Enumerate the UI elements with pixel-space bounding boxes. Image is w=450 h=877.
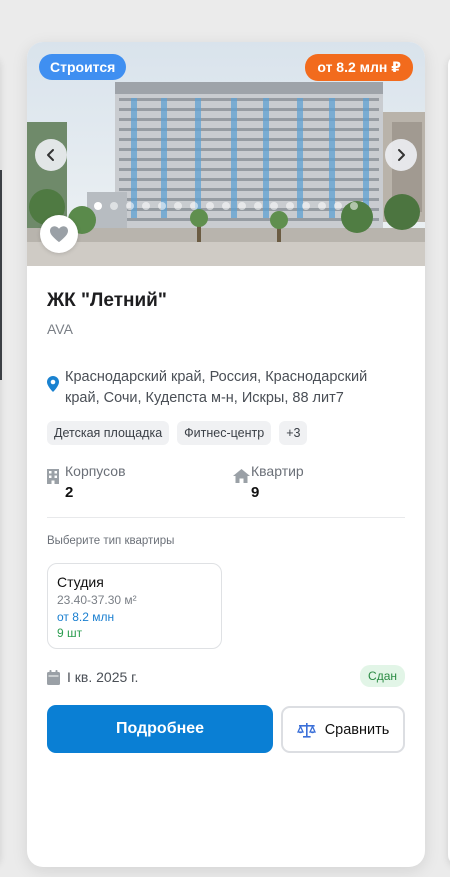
photo-slider[interactable]: Строится от 8.2 млн ₽ [27,42,425,266]
chevron-right-icon [398,149,405,161]
buildings-value: 2 [65,484,74,501]
apartment-type-area: 23.40-37.30 м² [57,593,137,607]
flats-label: Квартир [251,463,304,479]
slider-dot[interactable] [206,202,214,210]
slider-dot[interactable] [318,202,326,210]
more-amenities-tag[interactable]: +3 [279,421,308,445]
house-icon [233,469,250,483]
divider [47,517,405,518]
slider-dot[interactable] [190,202,198,210]
slider-dot[interactable] [302,202,310,210]
address: Краснодарский край, Россия, Краснодарски… [65,369,368,406]
developer-name: AVA [47,321,73,337]
slider-dots [94,202,358,210]
slider-dot[interactable] [110,202,118,210]
slider-dot[interactable] [222,202,230,210]
buildings-label: Корпусов [65,463,126,479]
slider-dot[interactable] [158,202,166,210]
building-icon [47,469,59,484]
slider-dot[interactable] [270,202,278,210]
map-pin-icon [47,376,59,392]
slider-dot[interactable] [126,202,134,210]
apartment-type-price: от 8.2 млн [57,610,115,624]
slider-dot[interactable] [174,202,182,210]
amenity-tag: Фитнес-центр [177,421,272,445]
flats-value: 9 [251,484,260,501]
compare-button-label: Сравнить [324,721,390,738]
chevron-left-icon [47,149,54,161]
slider-next-button[interactable] [385,139,417,171]
price-badge: от 8.2 млн ₽ [305,54,413,81]
status-badge: Строится [39,54,127,80]
slider-dot[interactable] [286,202,294,210]
slider-dot[interactable] [238,202,246,210]
heart-icon [50,226,68,243]
apartment-type-card[interactable]: Студия 23.40-37.30 м² от 8.2 млн 9 шт [47,563,222,649]
completion-date: I кв. 2025 г. [67,669,139,685]
slider-dot[interactable] [334,202,342,210]
scales-icon [296,722,316,738]
slider-dot[interactable] [94,202,102,210]
calendar-icon [47,670,60,685]
completion-status-badge: Сдан [360,665,405,687]
amenity-tag: Детская площадка [47,421,170,445]
apartment-type-count: 9 шт [57,626,83,640]
details-button[interactable]: Подробнее [47,705,273,753]
slider-dot[interactable] [142,202,150,210]
apartment-type-name: Студия [57,574,104,590]
favorite-button[interactable] [40,215,78,253]
slider-dot[interactable] [254,202,262,210]
compare-button[interactable]: Сравнить [281,706,405,753]
choose-type-label: Выберите тип квартиры [47,535,175,547]
complex-title[interactable]: ЖК "Летний" [47,290,167,312]
amenity-tags: Детская площадка Фитнес-центр +3 [47,421,308,445]
previous-card-image-edge [0,170,2,380]
slider-dot[interactable] [350,202,358,210]
listing-card: Строится от 8.2 млн ₽ ЖК "Летний" AVA Кр… [27,42,425,867]
slider-prev-button[interactable] [35,139,67,171]
